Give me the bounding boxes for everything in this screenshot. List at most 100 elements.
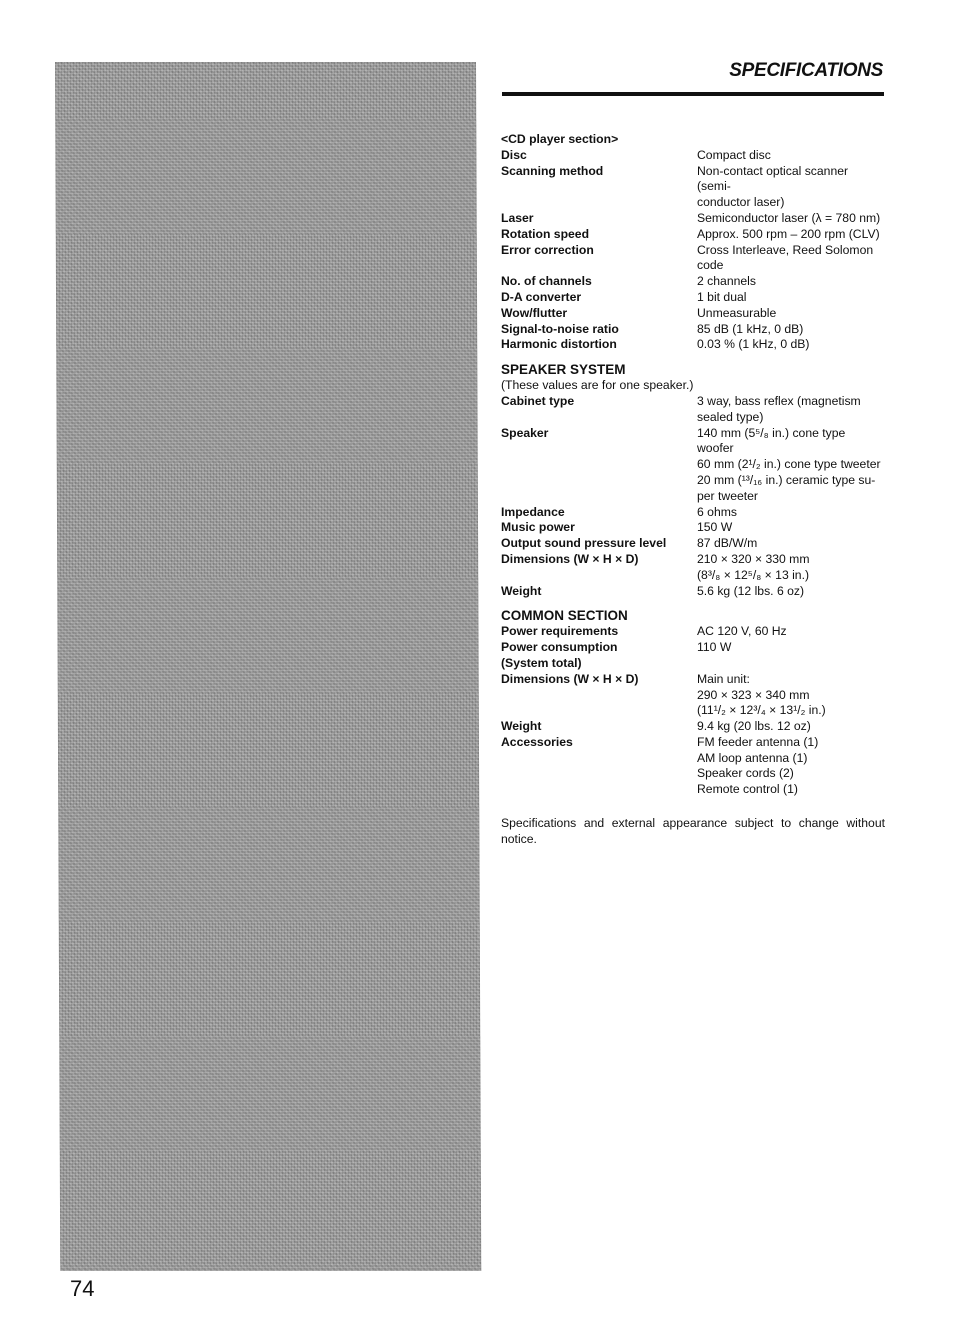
spec-value-line: FM feeder antenna (1): [697, 734, 819, 749]
spec-row: No. of channels 2 channels: [501, 274, 885, 290]
specifications-content: <CD player section> Disc Compact disc Scan…: [501, 132, 885, 848]
cd-section-heading: <CD player section>: [501, 132, 619, 146]
spec-row: Power consumption 110 W: [501, 640, 885, 656]
spec-value-line: (8³/₈ × 12⁵/₈ × 13 in.): [697, 567, 810, 582]
spec-row: Wow/flutter Unmeasurable: [501, 306, 885, 322]
spec-row: Disc Compact disc: [501, 148, 885, 164]
spec-value-line: 1 bit dual: [697, 289, 747, 304]
cd-spec-list: Disc Compact disc Scanning method Non-conta…: [501, 148, 885, 353]
spec-value: Unmeasurable: [697, 306, 885, 322]
spec-value-line: code: [697, 258, 724, 273]
spec-value: 0.03 % (1 kHz, 0 dB): [697, 337, 885, 353]
spec-label: Speaker: [501, 425, 549, 440]
spec-row: Power requirements AC 120 V, 60 Hz: [501, 624, 885, 640]
spec-row: Weight 5.6 kg (12 lbs. 6 oz): [501, 584, 885, 600]
spec-value-line: AM loop antenna (1): [697, 750, 808, 765]
spec-value-line: AC 120 V, 60 Hz: [697, 624, 787, 639]
spec-value: Semiconductor laser (λ = 780 nm): [697, 211, 885, 227]
spec-row: Weight 9.4 kg (20 lbs. 12 oz): [501, 719, 885, 735]
spec-value: Cross Interleave, Reed Solomon code: [697, 243, 885, 275]
spec-value-line: Unmeasurable: [697, 305, 777, 320]
spec-value-line: per tweeter: [697, 488, 758, 503]
spec-value: 9.4 kg (20 lbs. 12 oz): [697, 719, 885, 735]
spec-row: (System total): [501, 656, 885, 672]
spec-value: 210 × 320 × 330 mm (8³/₈ × 12⁵/₈ × 13 in.…: [697, 552, 885, 584]
spec-label: Impedance: [501, 504, 565, 519]
spec-row: Signal-to-noise ratio 85 dB (1 kHz, 0 dB): [501, 322, 885, 338]
spec-value-line: 9.4 kg (20 lbs. 12 oz): [697, 719, 811, 734]
spec-label: D-A converter: [501, 289, 582, 304]
spec-value-line: 5.6 kg (12 lbs. 6 oz): [697, 583, 805, 598]
spec-value-line: conductor laser): [697, 195, 785, 210]
spec-label: Output sound pressure level: [501, 536, 667, 551]
spec-value-line: 2 channels: [697, 274, 756, 289]
gray-texture-panel: [55, 62, 482, 1271]
spec-value-line: 110 W: [697, 640, 732, 655]
spec-row: Cabinet type 3 way, bass reflex (magnetis…: [501, 394, 885, 426]
spec-value: [697, 656, 885, 672]
spec-value-line: 140 mm (5⁵/₈ in.) cone type woofer: [697, 425, 846, 456]
spec-label: Cabinet type: [501, 393, 575, 408]
spec-row: Rotation speed Approx. 500 rpm – 200 rpm …: [501, 227, 885, 243]
spec-label: Music power: [501, 520, 575, 535]
spec-value: Approx. 500 rpm – 200 rpm (CLV): [697, 227, 885, 243]
spec-value-line: 3 way, bass reflex (magnetism: [697, 393, 861, 408]
spec-value: AC 120 V, 60 Hz: [697, 624, 885, 640]
speaker-spec-list: Cabinet type 3 way, bass reflex (magnetis…: [501, 394, 885, 599]
spec-value: 85 dB (1 kHz, 0 dB): [697, 322, 885, 338]
spec-value-line: Speaker cords (2): [697, 766, 794, 781]
spec-value: Main unit: 290 × 323 × 340 mm (11¹/₂ × 12³…: [697, 672, 885, 719]
spec-value-line: (11¹/₂ × 12³/₄ × 13¹/₂ in.): [697, 703, 826, 718]
spec-label: Power requirements: [501, 624, 619, 639]
spec-row: Music power 150 W: [501, 520, 885, 536]
spec-row: Laser Semiconductor laser (λ = 780 nm): [501, 211, 885, 227]
spec-value: 110 W: [697, 640, 885, 656]
spec-value: Non-contact optical scanner (semi-conduc…: [697, 164, 885, 211]
spec-label: Disc: [501, 147, 527, 162]
spec-label: Wow/flutter: [501, 305, 568, 320]
spec-label: Weight: [501, 719, 542, 734]
spec-row: D-A converter 1 bit dual: [501, 290, 885, 306]
spec-value-line: 6 ohms: [697, 504, 737, 519]
spec-row: Accessories FM feeder antenna (1) AM loop …: [501, 735, 885, 798]
spec-value-line: Semiconductor laser (λ = 780 nm): [697, 210, 881, 225]
common-section-heading: COMMON SECTION: [501, 608, 628, 624]
spec-row: Impedance 6 ohms: [501, 505, 885, 521]
spec-label: Rotation speed: [501, 226, 590, 241]
spec-label: Harmonic distortion: [501, 337, 617, 352]
spec-label: Scanning method: [501, 163, 604, 178]
page-number: 74: [70, 1276, 95, 1301]
spec-value-line: 290 × 323 × 340 mm: [697, 687, 810, 702]
spec-value-line: 210 × 320 × 330 mm: [697, 551, 810, 566]
spec-value: Compact disc: [697, 148, 885, 164]
spec-label: Error correction: [501, 242, 594, 257]
spec-value-line: 87 dB/W/m: [697, 536, 758, 551]
spec-value-line: Non-contact optical scanner (semi-: [697, 163, 849, 194]
spec-label: Weight: [501, 583, 542, 598]
spec-value-line: 60 mm (2¹/₂ in.) cone type tweeter: [697, 457, 881, 472]
spec-value: 87 dB/W/m: [697, 536, 885, 552]
spec-value-line: Main unit:: [697, 671, 750, 686]
spec-label: (System total): [501, 655, 582, 670]
spec-row: Scanning method Non-contact optical scann…: [501, 164, 885, 211]
spec-value: 6 ohms: [697, 505, 885, 521]
spec-value-line: Approx. 500 rpm – 200 rpm (CLV): [697, 226, 880, 241]
spec-row: Dimensions (W × H × D) 210 × 320 × 330 mm…: [501, 552, 885, 584]
spec-value: 2 channels: [697, 274, 885, 290]
speaker-section-note: (These values are for one speaker.): [501, 378, 694, 393]
spec-label: No. of channels: [501, 274, 592, 289]
common-spec-list: Power requirements AC 120 V, 60 Hz Power c…: [501, 624, 885, 798]
spec-value-line: Cross Interleave, Reed Solomon: [697, 242, 874, 257]
spec-value: 140 mm (5⁵/₈ in.) cone type woofer 60 mm …: [697, 426, 885, 505]
spec-value-line: sealed type): [697, 409, 764, 424]
spec-value: 3 way, bass reflex (magnetism sealed type…: [697, 394, 885, 426]
spec-value: 1 bit dual: [697, 290, 885, 306]
spec-row: Harmonic distortion 0.03 % (1 kHz, 0 dB): [501, 337, 885, 353]
spec-label: Laser: [501, 210, 534, 225]
spec-label: Accessories: [501, 734, 573, 749]
spec-row: Dimensions (W × H × D) Main unit: 290 × 32…: [501, 672, 885, 719]
spec-value: 5.6 kg (12 lbs. 6 oz): [697, 584, 885, 600]
spec-value-line: 150 W: [697, 520, 733, 535]
spec-value: FM feeder antenna (1) AM loop antenna (1)…: [697, 735, 885, 798]
